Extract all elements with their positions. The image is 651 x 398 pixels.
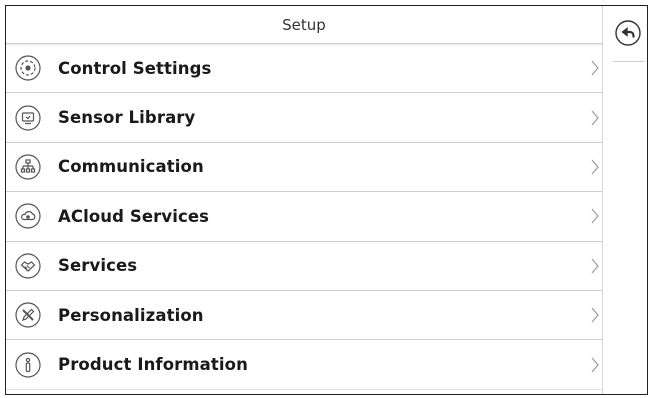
chevron-right-icon	[590, 208, 600, 224]
menu-item-services[interactable]: Services	[6, 242, 602, 291]
menu-item-sensor-library[interactable]: Sensor Library	[6, 93, 602, 143]
setup-menu: Control Settings Sensor Library Communic…	[6, 44, 602, 390]
handshake-icon	[15, 253, 41, 279]
sensor-library-icon	[15, 104, 41, 131]
menu-item-label: Communication	[58, 157, 204, 177]
right-toolbar	[603, 6, 647, 394]
chevron-right-icon	[590, 110, 600, 126]
menu-item-label: Personalization	[58, 305, 204, 325]
control-settings-icon	[15, 55, 41, 81]
menu-item-control-settings[interactable]: Control Settings	[6, 44, 602, 94]
menu-item-label: Sensor Library	[58, 108, 196, 128]
page-title: Setup	[6, 6, 602, 46]
cloud-icon	[15, 203, 41, 229]
setup-panel: Setup Control Settings Sensor Library Co…	[6, 6, 603, 394]
menu-item-label: Control Settings	[58, 58, 212, 78]
chevron-right-icon	[590, 357, 600, 373]
chevron-right-icon	[590, 258, 600, 274]
back-arrow-icon[interactable]	[615, 20, 641, 46]
menu-item-communication[interactable]: Communication	[6, 143, 602, 193]
menu-item-acloud-services[interactable]: ACloud Services	[6, 192, 602, 242]
menu-item-label: ACloud Services	[58, 206, 210, 226]
pencil-ruler-icon	[15, 302, 41, 328]
chevron-right-icon	[590, 307, 600, 323]
toolbar-divider	[613, 61, 645, 62]
menu-item-label: Services	[58, 256, 138, 276]
menu-item-personalization[interactable]: Personalization	[6, 291, 602, 341]
communication-icon	[15, 154, 41, 180]
chevron-right-icon	[590, 60, 600, 76]
menu-item-product-information[interactable]: Product Information	[6, 340, 602, 390]
app-frame: Setup Control Settings Sensor Library Co…	[5, 5, 648, 395]
menu-item-label: Product Information	[58, 355, 248, 375]
info-icon	[15, 351, 41, 378]
chevron-right-icon	[590, 159, 600, 175]
